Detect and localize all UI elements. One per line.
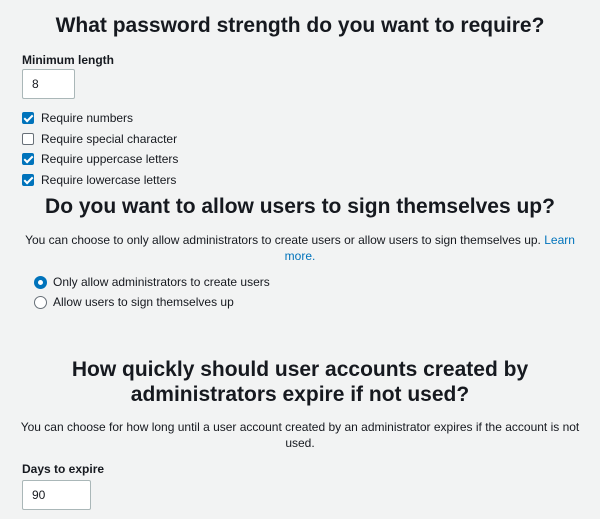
- require-lowercase-label: Require lowercase letters: [41, 173, 177, 187]
- require-special-character-checkbox[interactable]: [22, 133, 34, 145]
- signup-heading: Do you want to allow users to sign thems…: [45, 195, 555, 218]
- minimum-length-input[interactable]: [22, 69, 75, 99]
- minimum-length-label: Minimum length: [22, 53, 114, 67]
- only-admins-label: Only allow administrators to create user…: [53, 275, 270, 289]
- signup-description: You can choose to only allow administrat…: [14, 232, 586, 264]
- require-lowercase-checkbox-row[interactable]: Require lowercase letters: [22, 172, 176, 188]
- days-to-expire-input[interactable]: [22, 480, 91, 510]
- require-numbers-checkbox-row[interactable]: Require numbers: [22, 110, 133, 126]
- require-lowercase-checkbox[interactable]: [22, 174, 34, 186]
- self-signup-label: Allow users to sign themselves up: [53, 295, 234, 309]
- expiry-heading-line-1: How quickly should user accounts created…: [71, 358, 529, 381]
- only-admins-radio[interactable]: [34, 275, 47, 289]
- require-uppercase-label: Require uppercase letters: [41, 152, 179, 166]
- password-strength-heading: What password strength do you want to re…: [55, 14, 545, 37]
- expiry-description: You can choose for how long until a user…: [20, 420, 580, 450]
- require-special-character-label: Require special character: [41, 132, 178, 146]
- require-uppercase-checkbox-row[interactable]: Require uppercase letters: [22, 151, 178, 167]
- require-special-character-checkbox-row[interactable]: Require special character: [22, 131, 177, 147]
- require-numbers-checkbox[interactable]: [22, 112, 34, 124]
- self-signup-radio[interactable]: [34, 295, 47, 309]
- only-admins-radio-row[interactable]: Only allow administrators to create user…: [34, 274, 270, 290]
- require-numbers-label: Require numbers: [41, 111, 134, 125]
- days-to-expire-label: Days to expire: [22, 462, 105, 476]
- expiry-heading-line-2: administrators expire if not used?: [130, 383, 470, 406]
- require-uppercase-checkbox[interactable]: [22, 153, 34, 165]
- self-signup-radio-row[interactable]: Allow users to sign themselves up: [34, 294, 234, 310]
- signup-description-text: You can choose to only allow administrat…: [25, 233, 541, 247]
